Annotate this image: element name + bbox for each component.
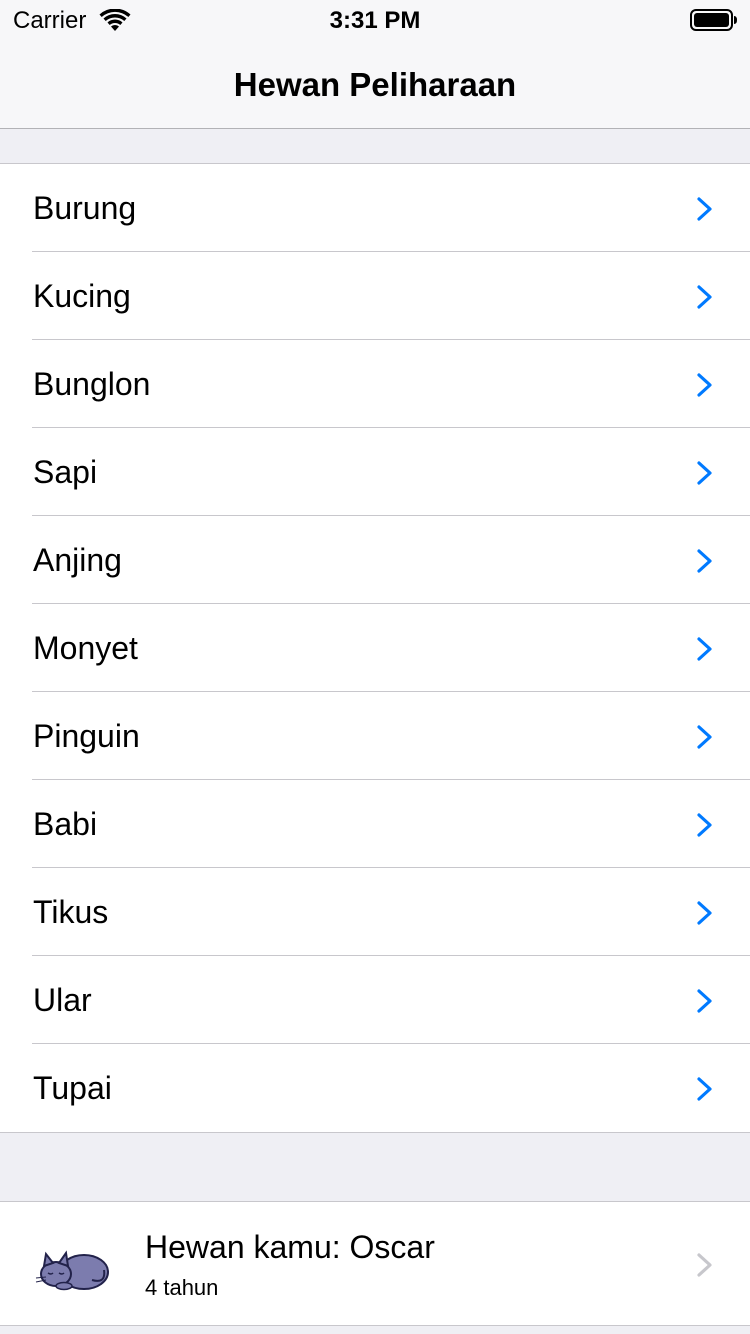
cat-icon <box>35 1250 109 1291</box>
animal-label: Burung <box>33 190 137 226</box>
animal-label: Tupai <box>33 1070 112 1106</box>
animal-row[interactable]: Anjing <box>0 516 750 604</box>
navigation-bar: Hewan Peliharaan <box>0 40 750 129</box>
chevron-right-icon <box>697 989 712 1013</box>
animal-row[interactable]: Ular <box>0 956 750 1044</box>
chevron-right-icon <box>697 461 712 485</box>
animal-row[interactable]: Sapi <box>0 428 750 516</box>
chevron-right-icon <box>697 725 712 749</box>
chevron-right-icon <box>697 813 712 837</box>
chevron-right-icon <box>697 901 712 925</box>
your-pet-row[interactable]: Hewan kamu: Oscar 4 tahun <box>0 1202 750 1325</box>
animal-label: Tikus <box>33 894 109 930</box>
your-pet-age: 4 tahun <box>145 1275 219 1300</box>
status-time: 3:31 PM <box>329 7 421 34</box>
animal-label: Pinguin <box>33 718 140 754</box>
chevron-right-icon <box>697 373 712 397</box>
animal-row[interactable]: Tupai <box>0 1044 750 1132</box>
animal-list: Burung Kucing Bunglon Sapi Anjing Monyet Pingu… <box>0 163 750 1133</box>
chevron-right-icon <box>697 549 712 573</box>
animal-row[interactable]: Tikus <box>0 868 750 956</box>
animal-label: Babi <box>33 806 98 842</box>
your-pet-title: Hewan kamu: Oscar <box>145 1229 435 1265</box>
animal-label: Ular <box>33 982 92 1018</box>
chevron-right-icon <box>697 1253 712 1277</box>
animal-label: Monyet <box>33 630 138 666</box>
animal-label: Bunglon <box>33 366 151 402</box>
animal-row[interactable]: Pinguin <box>0 692 750 780</box>
chevron-right-icon <box>697 285 712 309</box>
animal-label: Anjing <box>33 542 122 578</box>
animal-row[interactable]: Babi <box>0 780 750 868</box>
animal-row[interactable]: Bunglon <box>0 340 750 428</box>
animal-label: Sapi <box>33 454 98 490</box>
animal-label: Kucing <box>33 278 131 314</box>
chevron-right-icon <box>697 1077 712 1101</box>
battery-icon <box>690 9 737 31</box>
animal-row[interactable]: Burung <box>0 164 750 252</box>
animal-row[interactable]: Kucing <box>0 252 750 340</box>
chevron-right-icon <box>697 637 712 661</box>
animal-row[interactable]: Monyet <box>0 604 750 692</box>
page-title: Hewan Peliharaan <box>233 66 517 103</box>
your-pet-section: Hewan kamu: Oscar 4 tahun <box>0 1201 750 1326</box>
chevron-right-icon <box>697 197 712 221</box>
status-bar: Carrier 3:31 PM <box>0 0 750 40</box>
